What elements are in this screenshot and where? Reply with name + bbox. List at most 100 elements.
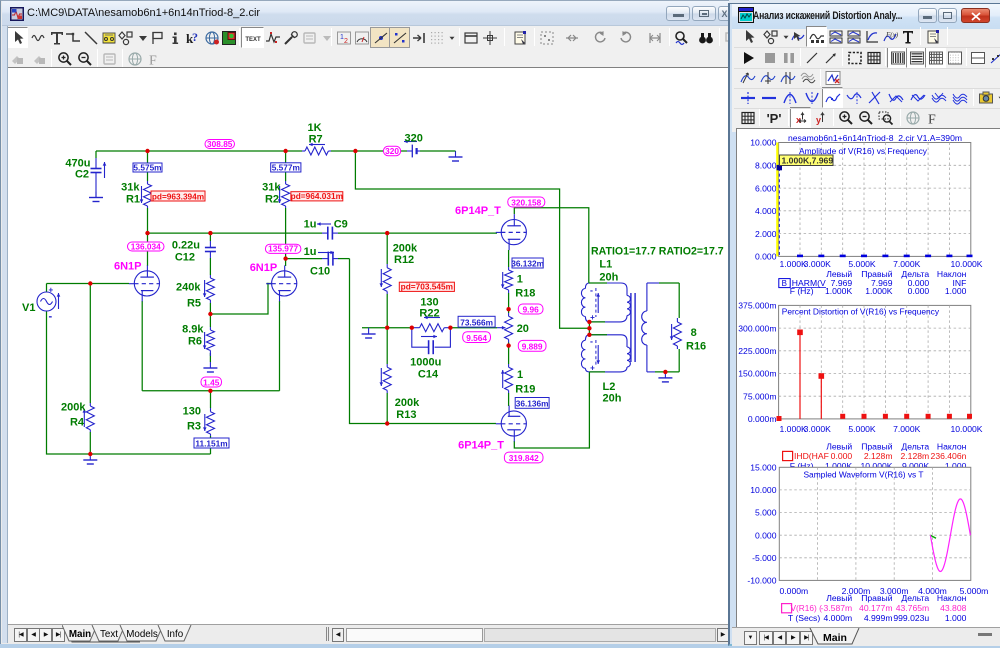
svg-text:308.85: 308.85 (207, 139, 233, 149)
svg-text:3.000K: 3.000K (804, 259, 832, 269)
svg-text:320.158: 320.158 (511, 197, 541, 207)
svg-text:2.128m: 2.128m (901, 451, 930, 461)
svg-text:-5.000: -5.000 (752, 553, 777, 563)
svg-text:F(x): F(x) (885, 31, 898, 39)
svg-text:73.566m: 73.566m (460, 317, 493, 327)
svg-text:Правый: Правый (861, 442, 892, 452)
svg-text:4.000: 4.000 (755, 206, 777, 216)
svg-text:RATIO1=17.7 RATIO2=17.7: RATIO1=17.7 RATIO2=17.7 (591, 246, 724, 258)
svg-text:320: 320 (385, 146, 399, 156)
svg-text:225.000m: 225.000m (738, 346, 776, 356)
svg-text:5.000K: 5.000K (848, 259, 876, 269)
svg-text:F: F (149, 54, 157, 68)
svg-text:C2: C2 (75, 169, 89, 181)
svg-text:1.000K: 1.000K (865, 286, 893, 296)
svg-text:136.034: 136.034 (131, 241, 161, 251)
svg-text:1.000K,7.969: 1.000K,7.969 (782, 156, 834, 166)
svg-text:Наклон: Наклон (937, 442, 967, 452)
svg-text:1: 1 (517, 369, 523, 381)
svg-text:4.999m: 4.999m (864, 613, 893, 623)
svg-text:9.889: 9.889 (522, 342, 543, 352)
svg-text:200k: 200k (393, 243, 418, 255)
svg-text:10.000: 10.000 (750, 485, 777, 495)
svg-text:43.765m: 43.765m (896, 603, 929, 613)
svg-text:130: 130 (183, 406, 201, 418)
svg-text:Правый: Правый (861, 593, 892, 603)
svg-text:319.842: 319.842 (509, 453, 539, 463)
svg-text:Percent Distortion of V(R16) v: Percent Distortion of V(R16) vs Frequenc… (782, 307, 940, 317)
svg-text:20h: 20h (603, 393, 622, 405)
svg-text:0.000m: 0.000m (780, 586, 809, 596)
svg-text:236.406n: 236.406n (931, 451, 967, 461)
svg-text:375.000m: 375.000m (738, 301, 776, 311)
svg-text:pd=703.545m: pd=703.545m (401, 282, 453, 292)
svg-text:1: 1 (517, 274, 523, 286)
svg-text:300.000m: 300.000m (738, 323, 776, 333)
svg-text:0.000: 0.000 (755, 252, 777, 262)
svg-text:2.128m: 2.128m (864, 451, 893, 461)
svg-text:L2: L2 (603, 381, 616, 393)
svg-text:15.000: 15.000 (750, 463, 777, 473)
svg-text:200k: 200k (395, 397, 420, 409)
svg-text:R22: R22 (419, 308, 439, 320)
svg-text:2.000: 2.000 (755, 229, 777, 239)
svg-text:L1: L1 (599, 259, 612, 271)
svg-text:6N1P: 6N1P (250, 262, 278, 274)
svg-text:5.000K: 5.000K (848, 424, 876, 434)
svg-text:V1: V1 (22, 302, 35, 314)
svg-text:40.177m: 40.177m (859, 603, 892, 613)
svg-text:pd=963.394m: pd=963.394m (152, 191, 204, 201)
svg-text:4.000m: 4.000m (824, 613, 853, 623)
svg-text:7.000K: 7.000K (893, 259, 921, 269)
svg-text:Дельта: Дельта (901, 442, 929, 452)
svg-text:1u: 1u (304, 219, 317, 231)
svg-text:C9: C9 (334, 219, 348, 231)
svg-text:y: y (816, 115, 821, 125)
svg-text:R18: R18 (515, 288, 535, 300)
svg-text:20: 20 (517, 323, 529, 335)
svg-text:1.000K: 1.000K (825, 286, 853, 296)
svg-text:+: + (590, 364, 595, 373)
svg-text:IHD(HAF: IHD(HAF (794, 451, 829, 461)
svg-text:Наклон: Наклон (937, 593, 967, 603)
svg-text:TEXT: TEXT (245, 37, 261, 43)
svg-text:R2: R2 (265, 194, 279, 206)
svg-text:200k: 200k (61, 402, 86, 414)
svg-text:Info: Info (167, 629, 184, 640)
svg-text:-: - (590, 337, 593, 347)
svg-text:0.000: 0.000 (831, 451, 853, 461)
svg-text:R13: R13 (396, 409, 416, 421)
svg-text:75.000m: 75.000m (743, 391, 776, 401)
svg-text:43.808: 43.808 (940, 603, 967, 613)
svg-text:6N1P: 6N1P (114, 261, 142, 273)
svg-text:-10.000: -10.000 (747, 576, 776, 586)
svg-text:pd=964.031m: pd=964.031m (291, 191, 343, 201)
svg-text:R16: R16 (686, 341, 706, 353)
svg-text:1.45: 1.45 (203, 377, 220, 387)
svg-text:1.000: 1.000 (945, 613, 967, 623)
svg-text:Models: Models (126, 629, 158, 640)
svg-text:9.564: 9.564 (466, 333, 487, 343)
svg-text:6P14P_T: 6P14P_T (458, 440, 504, 452)
svg-text:R4: R4 (70, 417, 85, 429)
svg-text:+: + (49, 285, 54, 294)
svg-text:6.000: 6.000 (755, 183, 777, 193)
svg-text:1u: 1u (304, 246, 317, 258)
svg-text:R12: R12 (394, 254, 414, 266)
svg-text:3.000K: 3.000K (804, 424, 832, 434)
svg-text:0.000: 0.000 (908, 286, 930, 296)
svg-text:1000u: 1000u (410, 357, 441, 369)
svg-text:8.000: 8.000 (755, 160, 777, 170)
svg-text:8: 8 (691, 327, 697, 339)
svg-text:R6: R6 (188, 336, 202, 348)
svg-text:C10: C10 (310, 266, 330, 278)
svg-text:C14: C14 (418, 369, 439, 381)
svg-text:Левый: Левый (826, 593, 852, 603)
svg-text:36.136m: 36.136m (516, 399, 549, 409)
svg-text:F (Hz): F (Hz) (790, 286, 814, 296)
svg-text:7.000K: 7.000K (893, 424, 921, 434)
svg-text:240k: 240k (176, 282, 201, 294)
svg-text:R1: R1 (126, 194, 140, 206)
svg-text:31k: 31k (262, 182, 281, 194)
svg-text:Дельта: Дельта (901, 593, 929, 603)
